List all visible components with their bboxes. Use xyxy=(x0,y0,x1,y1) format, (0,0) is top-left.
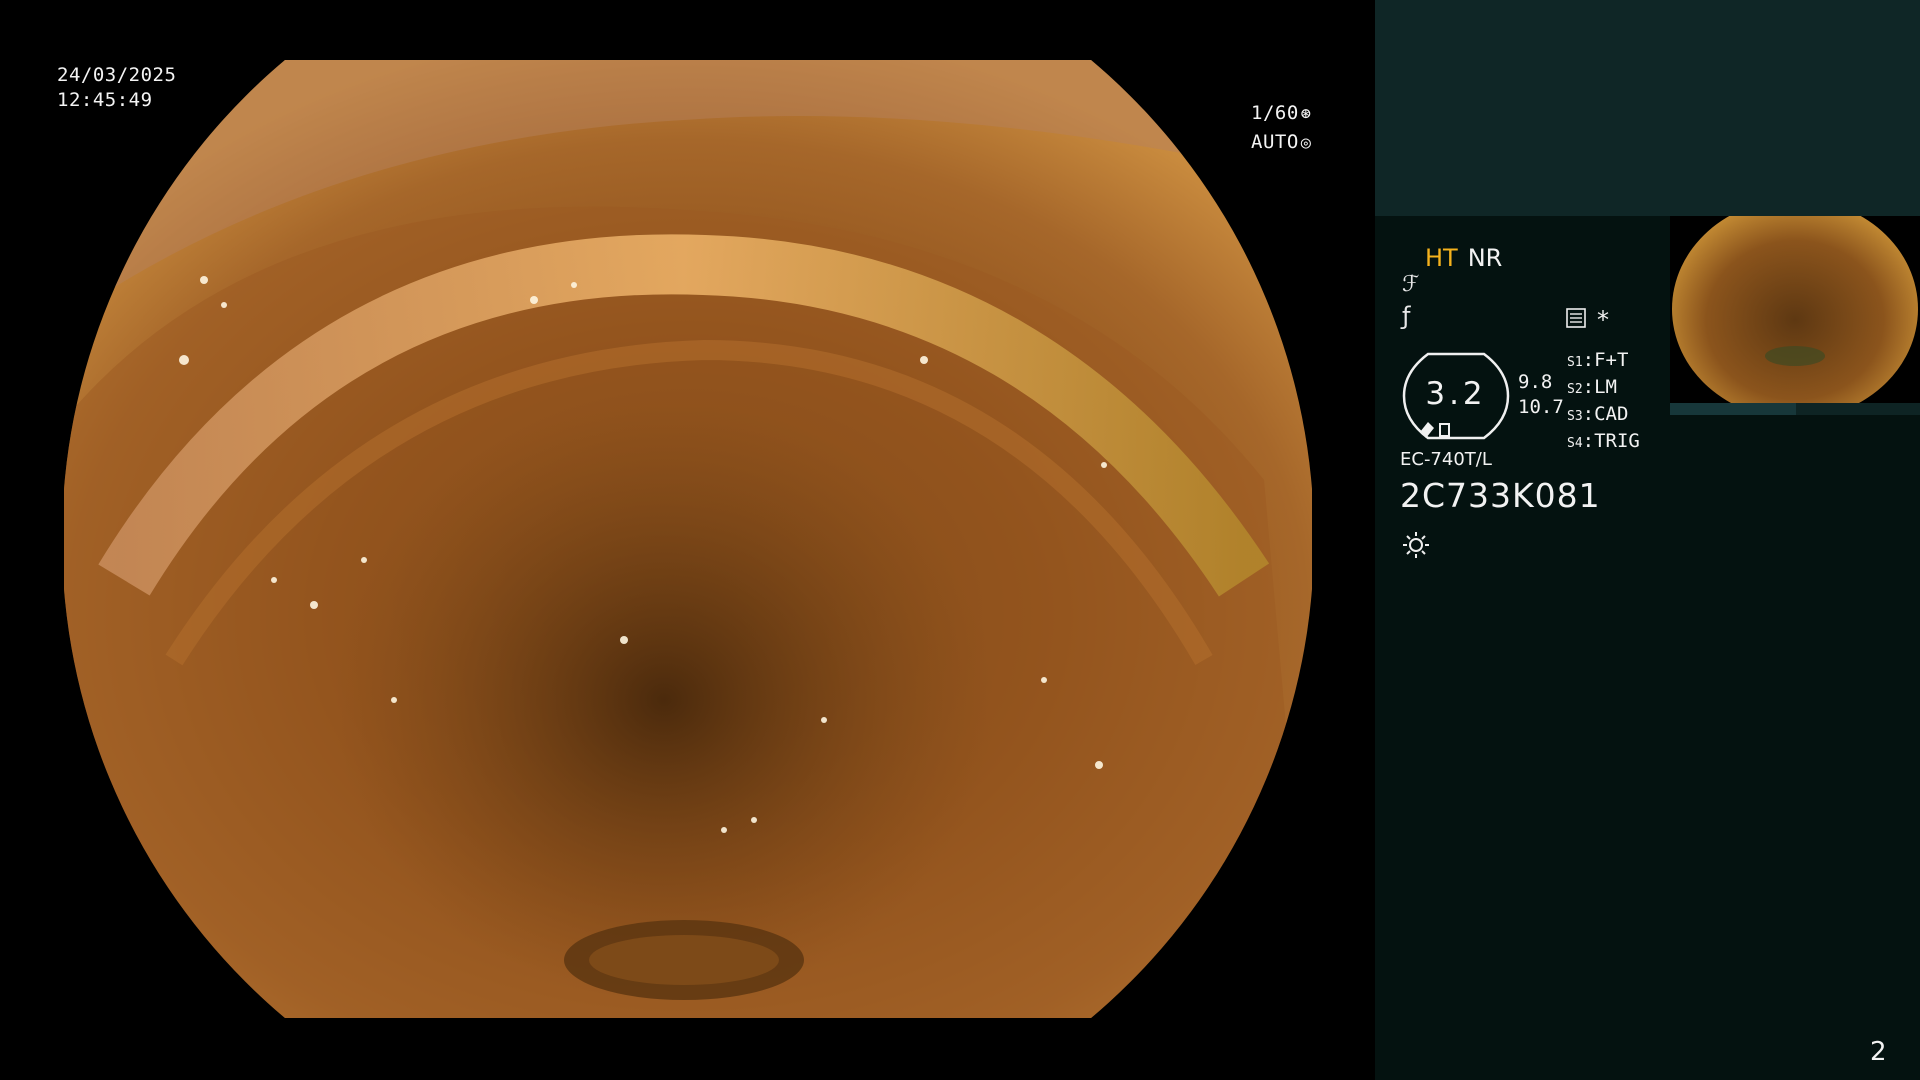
exposure-readout: 1/60 ⊛ AUTO ◎ xyxy=(1251,99,1312,157)
value-bottom: 10.7 xyxy=(1518,396,1564,418)
switch-item: S2:LM xyxy=(1567,376,1617,398)
panel-header xyxy=(1375,0,1920,216)
values-readout: 9.8 10.7 xyxy=(1518,370,1564,420)
info-panel: HT NR ℱ ƒ * 3.2 9.8 10.7 S1:F+T S2:LM S3:… xyxy=(1375,0,1920,1080)
endoscope-image xyxy=(64,60,1312,1018)
page-number: 2 xyxy=(1870,1037,1887,1067)
iris-label: AUTO xyxy=(1251,131,1299,153)
capture-thumbnail[interactable] xyxy=(1670,216,1920,403)
switch-item: S4:TRIG xyxy=(1567,430,1640,452)
switch-item: S3:CAD xyxy=(1567,403,1629,425)
scope-model: EC-740T/L xyxy=(1400,449,1492,470)
settings-icon xyxy=(1566,308,1586,328)
timestamp: 24/03/2025 12:45:49 xyxy=(57,63,176,113)
enhance-icon: ℱ xyxy=(1402,272,1420,297)
date-label: 24/03/2025 xyxy=(57,64,177,86)
scope-serial: 2C733K081 xyxy=(1400,476,1601,515)
thumbnail-bar-segment xyxy=(1670,403,1796,415)
curve-icon: ƒ xyxy=(1402,302,1411,330)
ht-label: HT xyxy=(1425,244,1458,272)
switch-item: S1:F+T xyxy=(1567,349,1629,371)
time-label: 12:45:49 xyxy=(57,89,153,111)
light-icon xyxy=(1403,532,1429,558)
gauge-value: 3.2 xyxy=(1425,376,1487,412)
iris-icon: ◎ xyxy=(1300,133,1312,153)
image-mode: HT NR xyxy=(1425,244,1502,272)
shutter-icon: ⊛ xyxy=(1300,104,1312,124)
star-indicator: * xyxy=(1597,306,1609,334)
shutter-label: 1/60 xyxy=(1251,102,1299,124)
endoscope-video-area: 24/03/2025 12:45:49 1/60 ⊛ AUTO ◎ xyxy=(0,0,1375,1080)
value-top: 9.8 xyxy=(1518,371,1553,393)
switch-list: S1:F+T S2:LM S3:CAD S4:TRIG xyxy=(1567,348,1640,456)
thumbnail-bar xyxy=(1670,403,1920,415)
nr-label: NR xyxy=(1467,244,1503,272)
